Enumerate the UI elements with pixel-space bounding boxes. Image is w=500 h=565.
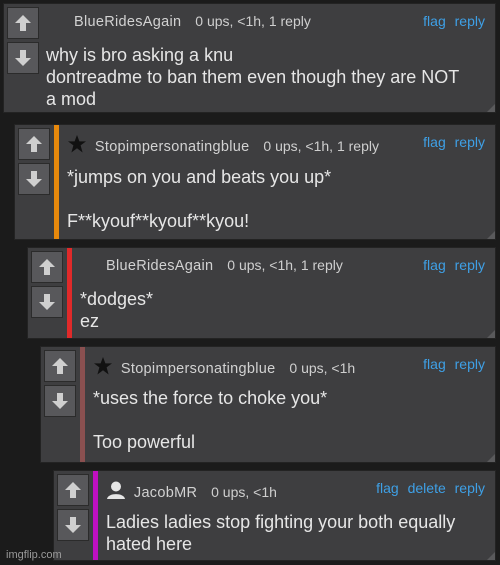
vote-column [15, 125, 54, 239]
delete-link[interactable]: delete [408, 480, 446, 496]
resize-corner-icon [487, 231, 495, 239]
comment-header: Stopimpersonatingblue 0 ups, <1h flag re… [93, 356, 485, 377]
reply-link[interactable]: reply [455, 134, 485, 150]
comment-header: JacobMR 0 ups, <1h flag delete reply [106, 480, 485, 501]
resize-corner-icon [487, 552, 495, 560]
comment-accent-bar [67, 248, 72, 338]
resize-corner-icon [487, 104, 495, 112]
comment-meta: 0 ups, <1h [211, 484, 277, 500]
flag-link[interactable]: flag [423, 257, 446, 273]
reply-link[interactable]: reply [455, 13, 485, 29]
arrow-down-icon [26, 171, 42, 187]
arrow-down-icon [15, 50, 31, 66]
comment-actions: flag reply [418, 13, 485, 29]
vote-column [4, 4, 43, 112]
upvote-button[interactable] [44, 350, 76, 382]
comment-username[interactable]: BlueRidesAgain [106, 258, 213, 274]
flag-link[interactable]: flag [376, 480, 399, 496]
downvote-button[interactable] [18, 163, 50, 195]
comment-4: JacobMR 0 ups, <1h flag delete reply Lad… [53, 470, 496, 561]
resize-corner-icon [487, 330, 495, 338]
arrow-up-icon [65, 482, 81, 498]
upvote-button[interactable] [7, 7, 39, 39]
downvote-button[interactable] [31, 286, 63, 318]
vote-column [41, 347, 80, 462]
comment-actions: flag reply [418, 356, 485, 372]
comment-actions: flag reply [418, 134, 485, 150]
downvote-button[interactable] [57, 509, 89, 541]
comment-actions: flag reply [418, 257, 485, 273]
comment-header: BlueRidesAgain 0 ups, <1h, 1 reply flag … [74, 13, 485, 33]
comment-header: Stopimpersonatingblue 0 ups, <1h, 1 repl… [67, 134, 485, 155]
comment-body: *dodges* ez [80, 289, 154, 331]
comment-username[interactable]: BlueRidesAgain [74, 14, 181, 30]
reply-link[interactable]: reply [455, 356, 485, 372]
comment-meta: 0 ups, <1h, 1 reply [195, 13, 311, 29]
arrow-up-icon [26, 136, 42, 152]
downvote-button[interactable] [7, 42, 39, 74]
comment-username[interactable]: Stopimpersonatingblue [95, 139, 250, 155]
comment-meta: 0 ups, <1h, 1 reply [227, 257, 343, 273]
reply-link[interactable]: reply [455, 480, 485, 496]
comment-accent-bar [80, 347, 85, 462]
comment-username[interactable]: Stopimpersonatingblue [121, 361, 276, 377]
downvote-button[interactable] [44, 385, 76, 417]
comment-body: *uses the force to choke you* Too powerf… [93, 388, 328, 452]
vote-column [28, 248, 67, 338]
upvote-button[interactable] [18, 128, 50, 160]
comment-3: Stopimpersonatingblue 0 ups, <1h flag re… [40, 346, 496, 463]
arrow-down-icon [52, 393, 68, 409]
resize-corner-icon [487, 454, 495, 462]
watermark: imgflip.com [6, 549, 62, 561]
upvote-button[interactable] [31, 251, 63, 283]
comment-1: Stopimpersonatingblue 0 ups, <1h, 1 repl… [14, 124, 496, 240]
star-icon [94, 357, 112, 375]
comment-body: why is bro asking a knu dontreadme to ba… [46, 45, 460, 109]
vote-column [54, 471, 93, 560]
comment-body: *jumps on you and beats you up* F**kyouf… [67, 167, 332, 231]
comment-username[interactable]: JacobMR [134, 485, 197, 501]
comment-accent-bar [54, 125, 59, 239]
arrow-up-icon [39, 259, 55, 275]
comment-0: BlueRidesAgain 0 ups, <1h, 1 reply flag … [3, 3, 496, 113]
comment-meta: 0 ups, <1h [289, 360, 356, 376]
comment-2: BlueRidesAgain 0 ups, <1h, 1 reply flag … [27, 247, 496, 339]
arrow-down-icon [65, 517, 81, 533]
flag-link[interactable]: flag [423, 356, 446, 372]
user-avatar-icon [107, 481, 125, 499]
arrow-up-icon [15, 15, 31, 31]
upvote-button[interactable] [57, 474, 89, 506]
flag-link[interactable]: flag [423, 13, 446, 29]
comment-header: BlueRidesAgain 0 ups, <1h, 1 reply flag … [106, 257, 485, 277]
arrow-up-icon [52, 358, 68, 374]
comment-body: Ladies ladies stop fighting your both eq… [106, 512, 456, 554]
reply-link[interactable]: reply [455, 257, 485, 273]
star-icon [68, 135, 86, 153]
arrow-down-icon [39, 294, 55, 310]
comment-meta: 0 ups, <1h, 1 reply [263, 138, 379, 154]
comment-accent-bar [93, 471, 98, 560]
comment-actions: flag delete reply [371, 480, 485, 496]
flag-link[interactable]: flag [423, 134, 446, 150]
